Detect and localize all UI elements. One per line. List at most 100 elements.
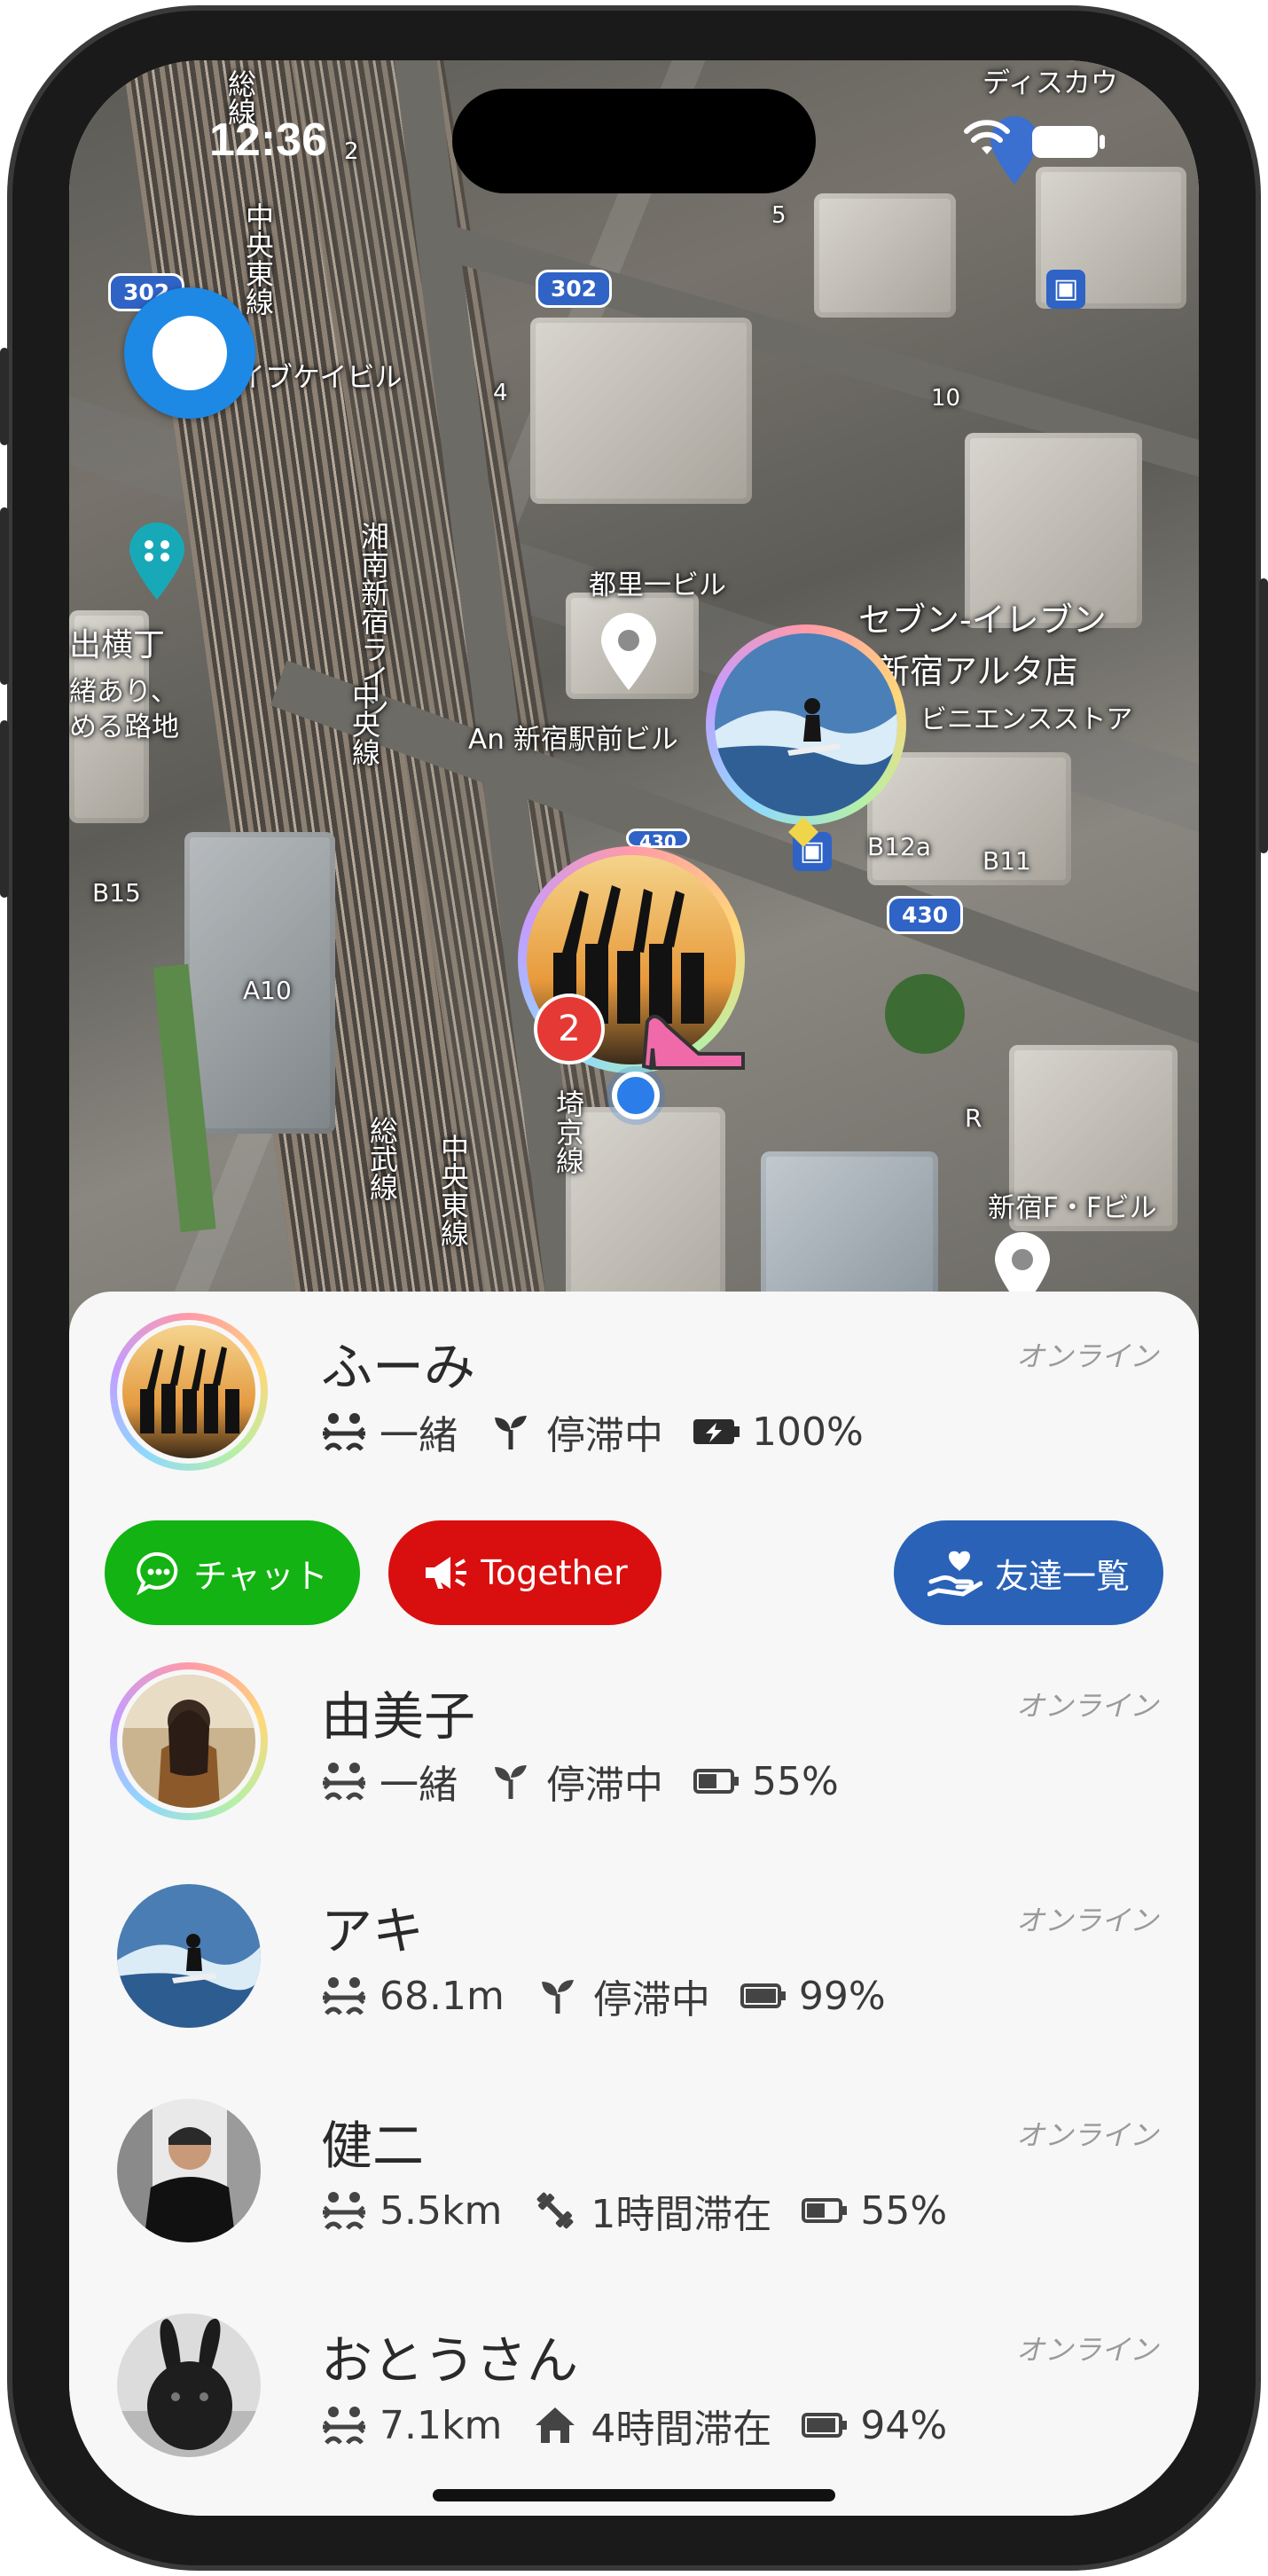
map-label-vertical: 中央東線 bbox=[241, 202, 275, 316]
friend-state: 停滞中 bbox=[592, 1977, 710, 2022]
friend-row[interactable]: アキ オンライン 68.1m 停滞中 99% bbox=[69, 1856, 1199, 2060]
friend-battery: 55% bbox=[860, 2187, 948, 2234]
friend-status: オンライン bbox=[1015, 2333, 1158, 2367]
sprout-icon bbox=[535, 1973, 581, 2019]
map-label-small: B15 bbox=[92, 878, 141, 907]
my-location-dot bbox=[612, 1072, 660, 1119]
battery-icon bbox=[693, 1758, 740, 1804]
map-label-vertical: 埼京線 bbox=[552, 1089, 585, 1174]
map-label: セブン-イレブン bbox=[858, 601, 1107, 640]
friend-battery: 99% bbox=[798, 1973, 886, 2019]
map-label-small: B12a bbox=[867, 832, 931, 861]
map-label: める路地 bbox=[69, 711, 179, 743]
friend-avatar[interactable] bbox=[110, 1313, 268, 1471]
route-shield: 430 bbox=[887, 896, 964, 934]
place-pin-icon[interactable] bbox=[598, 612, 660, 692]
friend-meta: 一緒 停滞中 55% bbox=[321, 1758, 869, 1808]
friend-avatar[interactable] bbox=[110, 1662, 268, 1820]
megaphone-icon bbox=[426, 1557, 467, 1589]
volume-up-button bbox=[0, 507, 9, 685]
friends-sheet: ふーみ オンライン 一緒 停滞中 100% チャット Together 友達一覧… bbox=[69, 1292, 1199, 2516]
map-label: 新宿アルタ店 bbox=[876, 652, 1078, 691]
home-indicator[interactable] bbox=[433, 2489, 835, 2501]
building bbox=[814, 193, 956, 318]
chat-button[interactable]: チャット bbox=[105, 1520, 360, 1625]
chat-bubble-icon bbox=[137, 1551, 178, 1595]
location-button-dot bbox=[153, 316, 227, 390]
friend-status: オンライン bbox=[1015, 2118, 1158, 2152]
status-bar: 12:36 bbox=[69, 60, 1199, 193]
friend-distance: 一緒 bbox=[380, 1413, 458, 1458]
friend-distance: 68.1m bbox=[380, 1973, 505, 2019]
friends-list-label: 友達一覧 bbox=[994, 1556, 1130, 1596]
map-label: An 新宿駅前ビル bbox=[468, 724, 678, 756]
battery-icon bbox=[740, 1973, 787, 2019]
friend-state: 停滞中 bbox=[546, 1763, 663, 1808]
friend-meta: 7.1km 4時間滞在 94% bbox=[321, 2402, 977, 2452]
building bbox=[867, 752, 1071, 885]
friend-row[interactable]: 由美子 オンライン 一緒 停滞中 55% bbox=[69, 1641, 1199, 1845]
map-label: ビニエンスストア bbox=[920, 704, 1133, 735]
sprout-icon bbox=[488, 1409, 534, 1455]
volume-down-button bbox=[0, 720, 9, 898]
people-distance-icon bbox=[321, 1409, 367, 1455]
friend-meta: 68.1m 停滞中 99% bbox=[321, 1973, 916, 2022]
friend-state: 1時間滞在 bbox=[591, 2192, 772, 2237]
cluster-count-badge: 2 bbox=[534, 993, 605, 1064]
route-shield: 302 bbox=[536, 270, 613, 308]
home-icon bbox=[532, 2402, 578, 2448]
friend-avatar[interactable] bbox=[110, 2092, 268, 2250]
friends-list-button[interactable]: 友達一覧 bbox=[894, 1520, 1163, 1625]
map-label: 新宿F・Fビル bbox=[988, 1192, 1157, 1224]
friend-row[interactable]: おとうさん オンライン 7.1km 4時間滞在 94% bbox=[69, 2285, 1199, 2489]
map-label-small: 10 bbox=[931, 385, 961, 412]
battery-icon bbox=[1032, 126, 1098, 158]
map-label-small: 4 bbox=[493, 380, 508, 406]
friend-avatar[interactable] bbox=[110, 1877, 268, 2035]
friend-status: オンライン bbox=[1015, 1904, 1158, 1937]
battery-icon bbox=[802, 2402, 848, 2448]
map-label: 出横丁 bbox=[69, 627, 166, 664]
current-location-button[interactable] bbox=[124, 287, 255, 419]
map-view[interactable]: セブン-イレブン 新宿アルタ店 ビニエンスストア 都里一ビル An 新宿駅前ビル… bbox=[69, 60, 1199, 1409]
friend-status: オンライン bbox=[1015, 1689, 1158, 1723]
people-distance-icon bbox=[321, 1973, 367, 2019]
dumbbell-icon bbox=[532, 2187, 578, 2234]
map-label-small: 5 bbox=[771, 202, 787, 229]
friend-row[interactable]: ふーみ オンライン 一緒 停滞中 100% bbox=[69, 1292, 1199, 1496]
building bbox=[761, 1151, 938, 1302]
map-label: イブケイビル bbox=[238, 362, 403, 394]
map-poi-icon[interactable] bbox=[126, 522, 188, 601]
dynamic-island bbox=[452, 89, 816, 193]
together-label: Together bbox=[481, 1553, 628, 1592]
friend-status: オンライン bbox=[1015, 1339, 1158, 1373]
people-distance-icon bbox=[321, 2402, 367, 2448]
tree bbox=[885, 974, 965, 1054]
map-label: 都里一ビル bbox=[589, 569, 726, 601]
action-button bbox=[0, 348, 9, 445]
map-label-small: A10 bbox=[243, 976, 292, 1005]
building bbox=[530, 318, 752, 504]
friend-name: ふーみ bbox=[321, 1337, 476, 1397]
people-distance-icon bbox=[321, 1758, 367, 1804]
high-heel-icon bbox=[641, 1015, 745, 1071]
friend-battery: 100% bbox=[752, 1409, 864, 1455]
bus-stop-icon[interactable]: ▣ bbox=[1046, 270, 1085, 309]
status-time: 12:36 bbox=[209, 114, 327, 166]
together-button[interactable]: Together bbox=[388, 1520, 661, 1625]
battery-icon bbox=[802, 2187, 848, 2234]
friend-name: おとうさん bbox=[321, 2330, 579, 2391]
map-label-vertical: 総武線 bbox=[365, 1116, 399, 1201]
friend-map-pin[interactable] bbox=[706, 624, 906, 825]
wifi-icon bbox=[964, 120, 1010, 154]
battery-charging-icon bbox=[693, 1409, 740, 1455]
friend-row[interactable]: 健二 オンライン 5.5km 1時間滞在 55% bbox=[69, 2070, 1199, 2274]
friend-name: 健二 bbox=[321, 2116, 425, 2176]
friend-avatar[interactable] bbox=[110, 2306, 268, 2464]
route-shield: 430 bbox=[626, 829, 690, 848]
people-distance-icon bbox=[321, 2187, 367, 2234]
friend-name: アキ bbox=[321, 1901, 425, 1961]
friend-battery: 94% bbox=[860, 2402, 948, 2448]
map-label-small: B11 bbox=[982, 846, 1031, 876]
friend-distance: 一緒 bbox=[380, 1763, 458, 1808]
